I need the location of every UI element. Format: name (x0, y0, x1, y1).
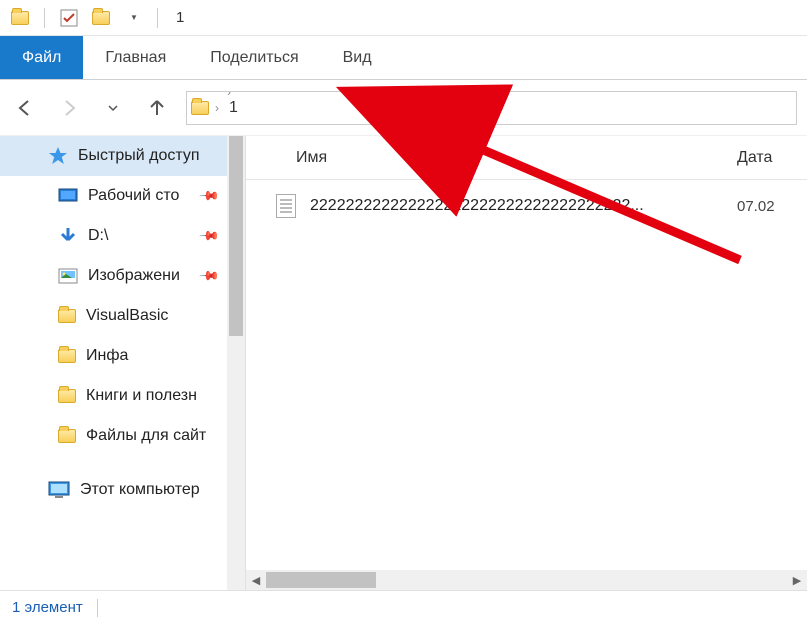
sidebar-scrollbar[interactable] (227, 136, 245, 590)
folder-icon (58, 389, 76, 403)
qat-properties-icon[interactable] (55, 4, 83, 32)
titlebar: ▼ 1 (0, 0, 807, 36)
file-row[interactable]: 222222222222222222222222222222222222... … (246, 188, 807, 224)
file-date: 07.02 (737, 198, 807, 215)
address-bar[interactable]: › 1›1›1›1›1›1›1›1›1 (186, 91, 797, 125)
chevron-right-icon[interactable]: › (225, 119, 233, 125)
sidebar-item-label: Файлы для сайт (86, 427, 217, 445)
sidebar-item-desktop[interactable]: Рабочий сто 📌 (0, 176, 227, 216)
desktop-icon (58, 188, 78, 204)
pin-icon: 📌 (198, 185, 221, 208)
tab-share[interactable]: Поделиться (188, 36, 320, 79)
pictures-icon (58, 268, 78, 284)
qat-dropdown-icon[interactable]: ▼ (119, 4, 147, 32)
chevron-right-icon[interactable]: › (225, 91, 233, 99)
chevron-right-icon[interactable]: › (213, 101, 221, 115)
sidebar-item-pictures[interactable]: Изображени 📌 (0, 256, 227, 296)
file-name: 222222222222222222222222222222222222... (310, 197, 723, 215)
content-pane: Имя Дата 2222222222222222222222222222222… (246, 136, 807, 590)
folder-icon (58, 309, 76, 323)
qat-new-folder-icon[interactable] (87, 4, 115, 32)
sidebar-item-label: Книги и полезн (86, 387, 217, 405)
scroll-right-icon[interactable]: ▶ (787, 574, 807, 587)
tab-home[interactable]: Главная (83, 36, 188, 79)
sidebar-wrap: Быстрый доступ Рабочий сто 📌 D:\ 📌 Изобр… (0, 136, 246, 590)
file-list: 222222222222222222222222222222222222... … (246, 180, 807, 570)
status-item-count: 1 элемент (12, 599, 83, 616)
sidebar-item-d-drive[interactable]: D:\ 📌 (0, 216, 227, 256)
column-date[interactable]: Дата (737, 149, 807, 167)
folder-icon (58, 349, 76, 363)
qat-folder-icon[interactable] (6, 4, 34, 32)
sidebar-item-label: D:\ (88, 227, 191, 245)
sidebar-item-folder[interactable]: Книги и полезн (0, 376, 227, 416)
scrollbar-thumb[interactable] (229, 136, 243, 336)
scroll-left-icon[interactable]: ◀ (246, 574, 266, 587)
ribbon-tabs: Файл Главная Поделиться Вид (0, 36, 807, 80)
pin-icon: 📌 (198, 265, 221, 288)
sidebar-item-folder[interactable]: Файлы для сайт (0, 416, 227, 456)
sidebar-item-label: Быстрый доступ (78, 147, 217, 165)
status-bar: 1 элемент (0, 590, 807, 624)
sidebar-item-label: Изображени (88, 267, 191, 285)
sidebar-quick-access[interactable]: Быстрый доступ (0, 136, 227, 176)
recent-locations-dropdown[interactable] (98, 93, 128, 123)
text-file-icon (276, 194, 296, 218)
sidebar-item-label: VisualBasic (86, 307, 217, 325)
download-arrow-icon (58, 226, 78, 246)
quick-access-toolbar: ▼ (0, 4, 170, 32)
sidebar-this-pc[interactable]: Этот компьютер (0, 470, 227, 510)
sidebar-item-folder[interactable]: Инфа (0, 336, 227, 376)
star-icon (48, 146, 68, 166)
explorer-body: Быстрый доступ Рабочий сто 📌 D:\ 📌 Изобр… (0, 136, 807, 590)
computer-icon (48, 481, 70, 499)
breadcrumb-segment[interactable]: 1 (225, 99, 242, 117)
window-title: 1 (176, 9, 184, 26)
sidebar-item-folder[interactable]: VisualBasic (0, 296, 227, 336)
forward-button[interactable] (54, 93, 84, 123)
scrollbar-thumb[interactable] (266, 572, 376, 588)
column-headers: Имя Дата (246, 136, 807, 180)
sidebar-item-label: Этот компьютер (80, 481, 217, 499)
sidebar-item-label: Рабочий сто (88, 187, 191, 205)
column-name[interactable]: Имя (276, 149, 737, 167)
address-folder-icon (191, 101, 209, 115)
navigation-row: › 1›1›1›1›1›1›1›1›1 (0, 80, 807, 136)
status-divider (97, 599, 98, 617)
sidebar-item-label: Инфа (86, 347, 217, 365)
pin-icon: 📌 (198, 225, 221, 248)
folder-icon (58, 429, 76, 443)
tab-view[interactable]: Вид (321, 36, 394, 79)
back-button[interactable] (10, 93, 40, 123)
horizontal-scrollbar[interactable]: ◀ ▶ (246, 570, 807, 590)
up-button[interactable] (142, 93, 172, 123)
navigation-pane: Быстрый доступ Рабочий сто 📌 D:\ 📌 Изобр… (0, 136, 227, 590)
tab-file[interactable]: Файл (0, 36, 83, 79)
